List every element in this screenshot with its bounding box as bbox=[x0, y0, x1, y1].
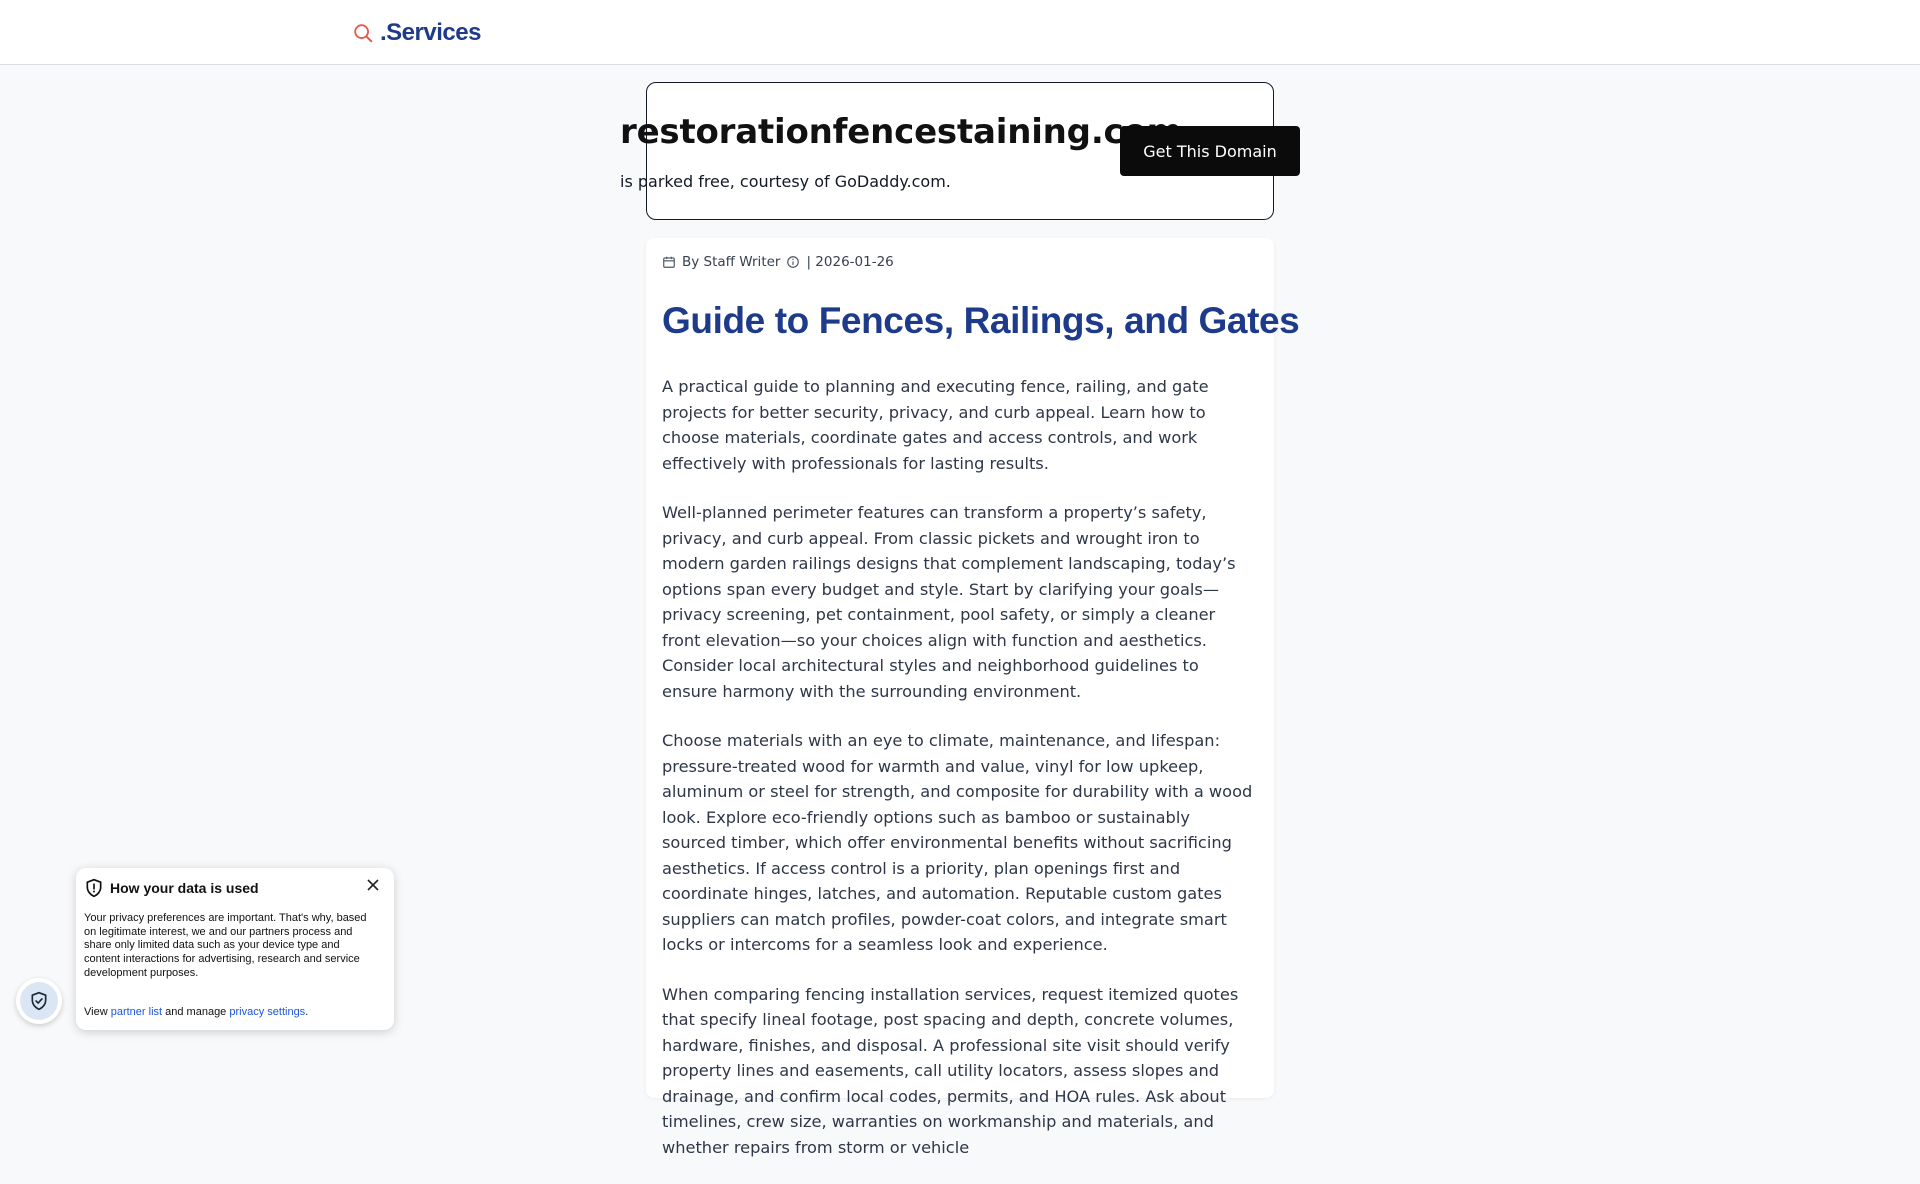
article-paragraph: A practical guide to planning and execut… bbox=[662, 377, 1209, 473]
brand-name: .Services bbox=[380, 19, 481, 46]
shield-icon bbox=[86, 878, 102, 898]
partner-list-link[interactable]: partner list bbox=[111, 1006, 162, 1018]
privacy-button-inner bbox=[20, 982, 58, 1020]
calendar-icon bbox=[663, 256, 675, 268]
popup-title: How your data is used bbox=[110, 880, 259, 896]
article-body: A practical guide to planning and execut… bbox=[662, 374, 1258, 1184]
popup-footer: View partner list and manage privacy set… bbox=[84, 1006, 308, 1018]
article-date: | 2026-01-26 bbox=[806, 254, 894, 270]
get-domain-button[interactable]: Get This Domain bbox=[1120, 126, 1300, 176]
article-meta: By Staff Writer | 2026-01-26 bbox=[662, 254, 894, 270]
close-icon[interactable] bbox=[366, 878, 380, 892]
privacy-popup: How your data is used Your privacy prefe… bbox=[76, 868, 394, 1030]
popup-body: Your privacy preferences are important. … bbox=[84, 912, 367, 979]
article-paragraph: Choose materials with an eye to climate,… bbox=[662, 731, 1253, 954]
article-card: By Staff Writer | 2026-01-26 Guide to Fe… bbox=[646, 238, 1300, 1157]
popup-header: How your data is used bbox=[84, 878, 259, 898]
info-icon[interactable] bbox=[786, 255, 800, 269]
domain-subtitle: is parked free, courtesy of GoDaddy.com. bbox=[620, 172, 951, 191]
article-author: By Staff Writer bbox=[682, 254, 781, 270]
shield-check-icon bbox=[31, 991, 47, 1011]
privacy-settings-link[interactable]: privacy settings bbox=[229, 1006, 305, 1018]
footer-prefix: View bbox=[84, 1006, 108, 1018]
top-bar: .Services bbox=[0, 0, 1920, 65]
domain-name: restorationfencestaining.com bbox=[620, 112, 1182, 152]
article-title: Guide to Fences, Railings, and Gates bbox=[662, 300, 1300, 341]
article-paragraph: When comparing fencing installation serv… bbox=[662, 984, 1239, 1157]
search-icon bbox=[354, 24, 373, 43]
privacy-settings-button[interactable] bbox=[16, 978, 62, 1024]
brand-logo[interactable]: .Services bbox=[352, 18, 481, 48]
footer-middle: and manage bbox=[165, 1006, 227, 1018]
article-paragraph: Well-planned perimeter features can tran… bbox=[662, 503, 1236, 701]
footer-suffix: . bbox=[305, 1006, 309, 1018]
